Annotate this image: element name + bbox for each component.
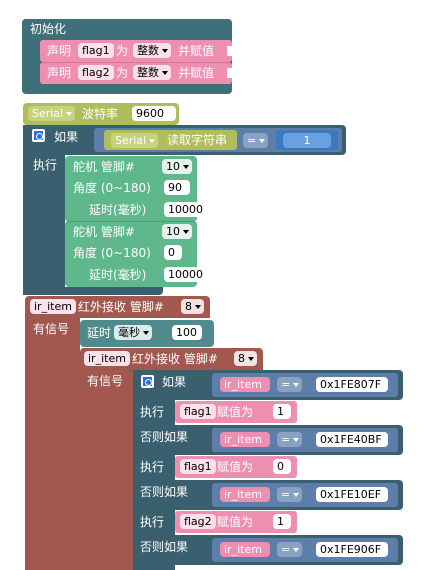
ir-variable-field[interactable]: ir_item xyxy=(84,351,130,366)
delay-field[interactable]: 10000 xyxy=(164,202,208,217)
assign-value-field[interactable]: 1 xyxy=(273,404,291,419)
ir-variable-field[interactable]: ir_item xyxy=(220,377,270,392)
ir-code-field[interactable]: 0x1FE906F xyxy=(316,542,388,557)
ir-variable-field[interactable]: ir_item xyxy=(220,432,270,447)
serial-port-dropdown[interactable]: Serial xyxy=(111,133,159,148)
else-if-label: 否则如果 xyxy=(140,540,189,554)
baud-value-field[interactable]: 9600 xyxy=(132,106,176,121)
settings-gear-icon[interactable] xyxy=(32,129,45,142)
if-label: 如果 xyxy=(162,375,187,389)
ir-variable-field[interactable]: ir_item xyxy=(220,487,270,502)
flag-variable-field[interactable]: flag1 xyxy=(180,459,216,474)
compare-value-field[interactable]: 1 xyxy=(283,133,331,148)
servo-pin-dropdown[interactable]: 10 xyxy=(162,224,192,239)
operator-dropdown[interactable]: = xyxy=(277,542,303,557)
assign-value-field[interactable]: 1 xyxy=(273,514,291,529)
angle-field[interactable]: 90 xyxy=(164,180,190,195)
ir-receive-label: 红外接收 管脚# xyxy=(132,352,218,366)
assign-to-label: 赋值为 xyxy=(217,515,254,529)
servo-label: 舵机 管脚# xyxy=(73,225,135,239)
else-if-label: 否则如果 xyxy=(140,485,189,499)
as-label: 为 xyxy=(116,44,129,58)
angle-label: 角度 (0~180) xyxy=(73,181,151,195)
angle-field[interactable]: 0 xyxy=(164,245,182,260)
assign-value-field[interactable]: 0 xyxy=(273,459,291,474)
assign-label: 并赋值 xyxy=(178,44,215,58)
as-label: 为 xyxy=(116,66,129,80)
ir-code-field[interactable]: 0x1FE40BF xyxy=(316,432,388,447)
operator-dropdown[interactable]: = xyxy=(277,432,303,447)
setup-title: 初始化 xyxy=(30,22,67,36)
type-dropdown[interactable]: 整数 xyxy=(133,43,171,58)
delay-value-field[interactable]: 100 xyxy=(172,325,202,340)
exec-label: 执行 xyxy=(140,460,165,474)
ir-variable-field[interactable]: ir_item xyxy=(30,299,76,314)
ir-variable-field[interactable]: ir_item xyxy=(220,542,270,557)
read-string-label: 读取字符串 xyxy=(167,133,228,147)
variable-name-field[interactable]: flag1 xyxy=(78,43,114,58)
flag-variable-field[interactable]: flag1 xyxy=(180,404,216,419)
operator-dropdown[interactable]: = xyxy=(243,133,269,148)
if-label: 如果 xyxy=(54,130,79,144)
baud-label: 波特率 xyxy=(82,107,119,121)
serial-port-dropdown[interactable]: Serial xyxy=(28,106,76,121)
exec-label: 执行 xyxy=(140,405,165,419)
ir-pin-dropdown[interactable]: 8 xyxy=(181,299,204,314)
delay-unit-dropdown[interactable]: 毫秒 xyxy=(114,325,152,340)
settings-gear-icon[interactable] xyxy=(141,375,154,388)
angle-label: 角度 (0~180) xyxy=(73,246,151,260)
delay-label: 延时(毫秒) xyxy=(89,203,147,217)
ir-receive-label: 红外接收 管脚# xyxy=(78,300,164,314)
declare-label: 声明 xyxy=(47,44,72,58)
assign-to-label: 赋值为 xyxy=(217,405,254,419)
operator-dropdown[interactable]: = xyxy=(277,487,303,502)
else-if-label: 否则如果 xyxy=(140,430,189,444)
delay-label: 延时(毫秒) xyxy=(89,268,147,282)
ir-pin-dropdown[interactable]: 8 xyxy=(234,351,257,366)
variable-name-field[interactable]: flag2 xyxy=(78,65,114,80)
delay-field[interactable]: 10000 xyxy=(164,267,208,282)
assign-label: 并赋值 xyxy=(178,66,215,80)
exec-label: 执行 xyxy=(140,515,165,529)
ir-code-field[interactable]: 0x1FE10EF xyxy=(316,487,388,502)
ir-receive-body xyxy=(25,318,80,570)
assign-to-label: 赋值为 xyxy=(217,460,254,474)
signal-label: 有信号 xyxy=(33,322,70,336)
servo-pin-dropdown[interactable]: 10 xyxy=(162,159,192,174)
operator-dropdown[interactable]: = xyxy=(277,377,303,392)
signal-label: 有信号 xyxy=(87,374,124,388)
delay-label: 延时 xyxy=(87,326,112,340)
if-block-body xyxy=(23,155,65,295)
ir-code-field[interactable]: 0x1FE807F xyxy=(316,377,388,392)
exec-label: 执行 xyxy=(33,158,58,172)
declare-label: 声明 xyxy=(47,66,72,80)
ir-receive-inner-body xyxy=(80,370,133,570)
type-dropdown[interactable]: 整数 xyxy=(133,65,171,80)
servo-label: 舵机 管脚# xyxy=(73,160,135,174)
flag-variable-field[interactable]: flag2 xyxy=(180,514,216,529)
